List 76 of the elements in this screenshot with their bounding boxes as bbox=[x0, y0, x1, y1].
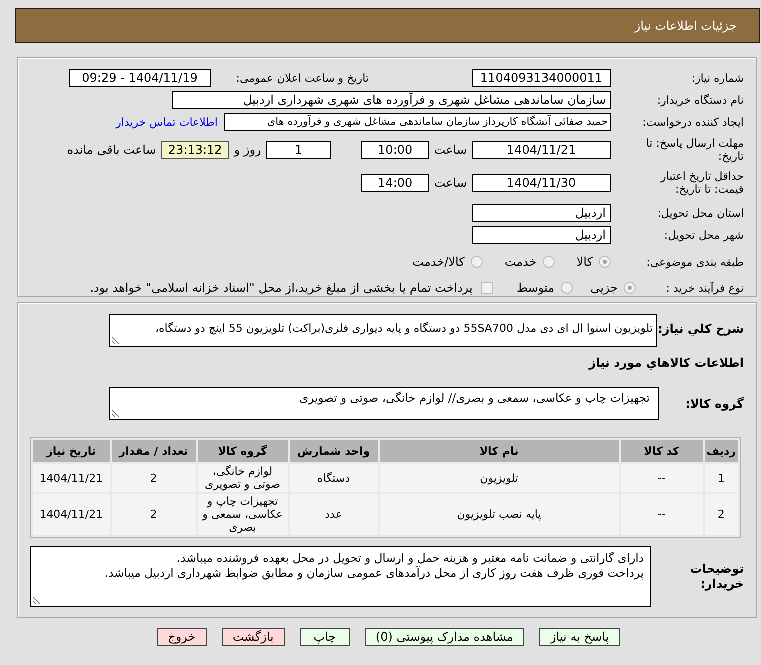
table-cell: لوازم خانگی، صوتی و تصویری bbox=[198, 464, 288, 492]
radio-button[interactable] bbox=[560, 282, 573, 294]
unit-header: واحد شمارش bbox=[290, 440, 378, 462]
field-label: ایجاد کننده درخواست: bbox=[642, 116, 744, 128]
checkbox[interactable] bbox=[480, 282, 493, 294]
item-code-header: کد کالا bbox=[620, 440, 703, 462]
table-cell: پایه نصب تلویزیون bbox=[380, 494, 619, 535]
table-cell: 2 bbox=[704, 494, 738, 535]
table-cell: 1404/11/21 bbox=[33, 464, 110, 492]
table-cell: تلویزیون bbox=[380, 464, 619, 492]
deadline-time-field[interactable]: 10:00 bbox=[361, 141, 430, 159]
radio-button[interactable] bbox=[542, 256, 555, 268]
goods-group-box[interactable]: تجهیزات چاپ و عکاسی، سمعی و بصری// لوازم خانگی، صوتی و تصویری bbox=[109, 387, 659, 420]
field-label: طبقه بندی موضوعی: bbox=[646, 256, 744, 268]
action-button[interactable]: بازگشت bbox=[222, 628, 285, 646]
table-cell: 2 bbox=[112, 464, 196, 492]
validity-time-field[interactable]: 14:00 bbox=[361, 174, 430, 192]
section-heading: اطلاعات کالاهاي مورد نياز bbox=[588, 356, 744, 372]
radio-label: کالا bbox=[576, 255, 593, 269]
table-cell: 2 bbox=[112, 494, 196, 535]
need-number-field[interactable]: 1104093134000011 bbox=[472, 69, 611, 87]
time-label: ساعت bbox=[434, 143, 467, 157]
row-number-header: ردیف bbox=[704, 440, 738, 462]
radio-label: کالا/خدمت bbox=[412, 255, 465, 269]
table-cell: -- bbox=[620, 494, 703, 535]
radio-label: جزیی bbox=[590, 281, 618, 295]
table-cell: 1404/11/21 bbox=[33, 494, 110, 535]
resize-grip-icon[interactable] bbox=[112, 336, 120, 344]
field-label: نام دستگاه خریدار: bbox=[656, 94, 744, 106]
radio-label: متوسط bbox=[516, 281, 555, 295]
action-button[interactable]: پاسخ به نیاز bbox=[539, 628, 620, 646]
checkbox-label: پرداخت تمام یا بخشی از مبلغ خرید،از محل "اسناد خزانه اسلامی" خواهد بود. bbox=[90, 281, 473, 295]
item-name-header: نام کالا bbox=[380, 440, 619, 462]
validity-date-field[interactable]: 1404/11/30 bbox=[472, 174, 611, 192]
announce-date-field[interactable]: 1404/11/19 - 09:29 bbox=[69, 69, 211, 87]
page-title: جزئیات اطلاعات نیاز bbox=[634, 18, 737, 32]
deadline-date-field[interactable]: 1404/11/21 bbox=[472, 141, 611, 159]
field-label: تاریخ و ساعت اعلان عمومی: bbox=[235, 72, 369, 84]
buyer-contact-link[interactable]: اطلاعات تماس خریدار bbox=[116, 116, 218, 128]
resize-grip-icon[interactable] bbox=[112, 409, 120, 417]
field-label: مهلت ارسال پاسخ: تا تاریخ: bbox=[645, 137, 744, 163]
radio-button[interactable] bbox=[599, 256, 611, 268]
city-field[interactable]: اردبیل bbox=[472, 226, 611, 244]
table-cell: تجهیزات چاپ و عکاسی، سمعی و بصری bbox=[198, 494, 288, 535]
field-label: حداقل تاریخ اعتبار قیمت: تا تاریخ: bbox=[660, 170, 744, 196]
resize-grip-icon[interactable] bbox=[33, 596, 41, 604]
buyer-org-field[interactable]: سازمان ساماندهی مشاغل شهری و فرآورده های شهری شهرداری اردبیل bbox=[172, 91, 611, 109]
description-box[interactable]: تلویزیون اسنوا ال ای دی مدل 55SA700 دو دستگاه و پایه دیواری فلزی(براکت) تلویزیون 55 اینچ دو دستگاه، bbox=[109, 314, 657, 347]
item-group-header: گروه کالا bbox=[198, 440, 288, 462]
radio-button[interactable] bbox=[624, 282, 636, 294]
table-cell: -- bbox=[620, 464, 703, 492]
field-label: شماره نیاز: bbox=[690, 72, 744, 84]
buyer-notes-box[interactable]: دارای گارانتی و ضمانت نامه معتبر و هزینه حمل و ارسال و تحویل در محل بعهده فروشنده میباشد. پرداخت فوری ظرف هفت روز کاری از محل درآمدهای عمومی سازمان و مطابق ضوابط شهرداری اردبیل میباشد. bbox=[30, 546, 651, 607]
field-label: گروه کالا: bbox=[684, 396, 744, 410]
days-label: روز و bbox=[234, 143, 262, 157]
need-date-header: تاریخ نیاز bbox=[33, 440, 110, 462]
field-label: نوع فرآیند خرید : bbox=[665, 282, 744, 294]
remaining-label: ساعت باقی مانده bbox=[67, 143, 156, 157]
table-cell: عدد bbox=[290, 494, 378, 535]
requester-field[interactable]: حمید صفائی آتشگاه کارپرداز سازمان ساماندهی مشاغل شهری و فرآورده های bbox=[224, 113, 611, 131]
table-cell: 1 bbox=[704, 464, 738, 492]
days-field[interactable]: 1 bbox=[266, 141, 332, 159]
province-field[interactable]: اردبیل bbox=[472, 204, 611, 222]
action-button[interactable]: چاپ bbox=[300, 628, 350, 646]
action-button[interactable]: خروج bbox=[156, 628, 207, 646]
remaining-time-field: 23:13:12 bbox=[161, 141, 230, 159]
field-label: شرح کلي نياز: bbox=[657, 321, 744, 336]
field-label: استان محل تحویل: bbox=[656, 206, 744, 220]
action-button[interactable]: مشاهده مدارک پیوستی (0) bbox=[364, 628, 524, 646]
time-label: ساعت bbox=[434, 176, 467, 190]
table-cell: دستگاه bbox=[290, 464, 378, 492]
radio-label: خدمت bbox=[504, 255, 537, 269]
radio-button[interactable] bbox=[470, 256, 483, 268]
field-label: شهر محل تحویل: bbox=[663, 228, 744, 242]
field-label: توضیحات خریدار: bbox=[689, 562, 744, 592]
quantity-header: تعداد / مقدار bbox=[112, 440, 196, 462]
